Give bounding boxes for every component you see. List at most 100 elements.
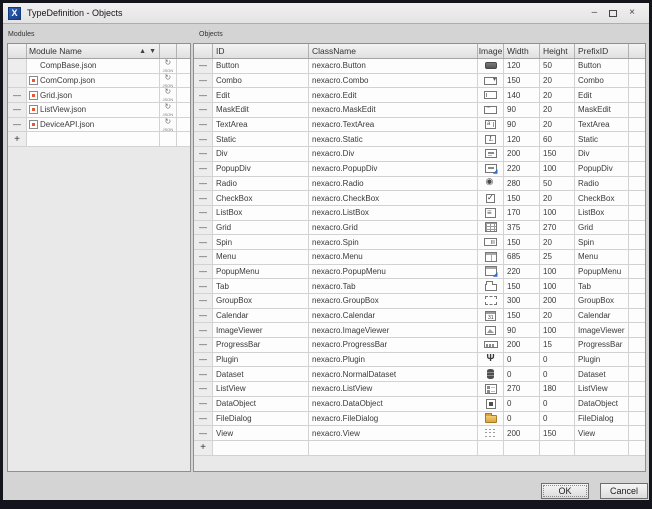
object-height-cell[interactable]: 0 [540,412,575,426]
object-width-cell[interactable]: 120 [504,59,540,73]
object-row-selector[interactable]: — [194,397,213,411]
object-height-cell[interactable]: 100 [540,265,575,279]
object-classname-cell[interactable]: nexacro.View [309,426,478,440]
object-id-cell[interactable]: Edit [213,88,309,102]
object-prefixid-cell[interactable]: Button [575,59,629,73]
object-add-classname-cell[interactable] [309,441,478,455]
module-row[interactable]: — ListView.json [8,103,190,118]
object-height-cell[interactable]: 50 [540,177,575,191]
module-row-selector[interactable]: — [8,118,27,132]
module-json-cell[interactable] [160,59,177,73]
object-classname-cell[interactable]: nexacro.Button [309,59,478,73]
objects-image-header[interactable]: Image [478,44,504,58]
module-name-cell[interactable]: Grid.json [27,88,160,102]
object-row-selector[interactable]: — [194,221,213,235]
object-prefixid-cell[interactable]: Radio [575,177,629,191]
object-row-selector[interactable]: — [194,367,213,381]
module-add-name-cell[interactable] [27,132,160,146]
object-id-cell[interactable]: Div [213,147,309,161]
object-row-selector[interactable]: — [194,382,213,396]
object-row[interactable]: — View nexacro.View 200 150 View [194,426,645,441]
object-width-cell[interactable]: 170 [504,206,540,220]
object-classname-cell[interactable]: nexacro.Menu [309,250,478,264]
object-prefixid-cell[interactable]: TextArea [575,118,629,132]
object-row[interactable]: — Button nexacro.Button 120 50 Button [194,59,645,74]
object-height-cell[interactable]: 100 [540,279,575,293]
object-prefixid-cell[interactable]: ImageViewer [575,323,629,337]
object-image-cell[interactable] [478,103,504,117]
object-row[interactable]: — GroupBox nexacro.GroupBox 300 200 Grou… [194,294,645,309]
object-row[interactable]: — PopupDiv nexacro.PopupDiv 220 100 Popu… [194,162,645,177]
object-height-cell[interactable]: 50 [540,59,575,73]
object-height-cell[interactable]: 20 [540,118,575,132]
object-row[interactable]: — Dataset nexacro.NormalDataset 0 0 Data… [194,367,645,382]
object-row-selector[interactable]: — [194,59,213,73]
objects-selector-header[interactable] [194,44,213,58]
objects-prefixid-header[interactable]: PrefixID [575,44,629,58]
object-classname-cell[interactable]: nexacro.Static [309,132,478,146]
object-id-cell[interactable]: FileDialog [213,412,309,426]
object-classname-cell[interactable]: nexacro.Radio [309,177,478,191]
add-module-button[interactable]: + [8,132,27,146]
object-prefixid-cell[interactable]: ListView [575,382,629,396]
object-image-cell[interactable] [478,250,504,264]
object-row-selector[interactable]: — [194,279,213,293]
close-button[interactable]: × [629,8,635,18]
object-row[interactable]: — Static nexacro.Static 120 60 Static [194,132,645,147]
object-row[interactable]: — DataObject nexacro.DataObject 0 0 Data… [194,397,645,412]
object-width-cell[interactable]: 200 [504,147,540,161]
object-id-cell[interactable]: Menu [213,250,309,264]
object-image-cell[interactable] [478,74,504,88]
object-height-cell[interactable]: 180 [540,382,575,396]
object-row[interactable]: — PopupMenu nexacro.PopupMenu 220 100 Po… [194,265,645,280]
object-classname-cell[interactable]: nexacro.DataObject [309,397,478,411]
modules-selector-header[interactable] [8,44,27,58]
object-row[interactable]: — Calendar nexacro.Calendar 150 20 Calen… [194,309,645,324]
object-classname-cell[interactable]: nexacro.Edit [309,88,478,102]
object-id-cell[interactable]: MaskEdit [213,103,309,117]
object-row-selector[interactable]: — [194,353,213,367]
object-add-prefixid-cell[interactable] [575,441,629,455]
object-classname-cell[interactable]: nexacro.NormalDataset [309,367,478,381]
object-classname-cell[interactable]: nexacro.Div [309,147,478,161]
add-object-button[interactable]: + [194,441,213,455]
object-row-selector[interactable]: — [194,162,213,176]
object-row[interactable]: — ProgressBar nexacro.ProgressBar 200 15… [194,338,645,353]
maximize-button[interactable] [609,10,617,17]
object-width-cell[interactable]: 375 [504,221,540,235]
ok-button[interactable]: OK [541,483,589,499]
object-width-cell[interactable]: 150 [504,191,540,205]
module-row[interactable]: CompBase.json [8,59,190,74]
object-image-cell[interactable] [478,309,504,323]
object-prefixid-cell[interactable]: Div [575,147,629,161]
object-row[interactable]: — Tab nexacro.Tab 150 100 Tab [194,279,645,294]
object-id-cell[interactable]: Static [213,132,309,146]
object-id-cell[interactable]: Calendar [213,309,309,323]
cancel-button[interactable]: Cancel [600,483,648,499]
object-width-cell[interactable]: 0 [504,412,540,426]
object-classname-cell[interactable]: nexacro.GroupBox [309,294,478,308]
object-height-cell[interactable]: 20 [540,74,575,88]
object-row[interactable]: — Div nexacro.Div 200 150 Div [194,147,645,162]
object-classname-cell[interactable]: nexacro.Plugin [309,353,478,367]
object-id-cell[interactable]: Dataset [213,367,309,381]
object-id-cell[interactable]: Button [213,59,309,73]
objects-width-header[interactable]: Width [504,44,540,58]
object-classname-cell[interactable]: nexacro.CheckBox [309,191,478,205]
object-classname-cell[interactable]: nexacro.FileDialog [309,412,478,426]
object-image-cell[interactable] [478,382,504,396]
object-id-cell[interactable]: PopupDiv [213,162,309,176]
object-width-cell[interactable]: 0 [504,367,540,381]
module-name-cell[interactable]: DeviceAPI.json [27,118,160,132]
object-row-selector[interactable]: — [194,118,213,132]
object-prefixid-cell[interactable]: Calendar [575,309,629,323]
module-name-cell[interactable]: CompBase.json [27,59,160,73]
object-add-id-cell[interactable] [213,441,309,455]
object-image-cell[interactable] [478,162,504,176]
object-row-selector[interactable]: — [194,338,213,352]
object-row-selector[interactable]: — [194,250,213,264]
object-id-cell[interactable]: View [213,426,309,440]
object-height-cell[interactable]: 60 [540,132,575,146]
object-row[interactable]: — MaskEdit nexacro.MaskEdit 90 20 MaskEd… [194,103,645,118]
object-prefixid-cell[interactable]: Grid [575,221,629,235]
